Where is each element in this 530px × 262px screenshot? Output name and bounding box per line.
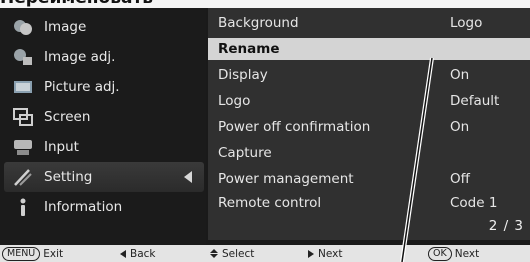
status-exit: MENU Exit	[2, 246, 63, 261]
osd-menu: Image Image adj. Picture adj. Screen Inp…	[0, 8, 530, 245]
image-adj-icon	[12, 46, 34, 68]
status-label: Select	[222, 247, 255, 260]
row-label: Rename	[218, 41, 280, 57]
row-value: On	[450, 119, 470, 135]
side-item-image-adj[interactable]: Image adj.	[4, 42, 204, 72]
side-item-label: Picture adj.	[44, 79, 120, 95]
row-value: On	[450, 67, 470, 83]
status-next: Next	[308, 246, 342, 261]
row-label: Logo	[218, 93, 251, 109]
picture-adj-icon	[12, 76, 34, 98]
left-arrow-icon	[120, 249, 126, 258]
side-item-setting[interactable]: Setting	[4, 162, 204, 192]
side-item-image[interactable]: Image	[4, 12, 204, 42]
status-label: Back	[130, 247, 156, 260]
menu-row-capture[interactable]: Capture	[208, 142, 530, 164]
status-label: Next	[318, 247, 343, 260]
input-icon	[12, 136, 34, 158]
row-label: Capture	[218, 145, 272, 161]
side-item-label: Image adj.	[44, 49, 116, 65]
right-arrow-icon	[308, 249, 314, 258]
row-value: Logo	[450, 15, 483, 31]
active-indicator-icon	[184, 171, 192, 183]
row-label: Remote control	[218, 195, 322, 211]
row-value: Code 1	[450, 195, 498, 211]
side-item-label: Information	[44, 199, 123, 215]
ok-key-icon: OK	[428, 246, 452, 261]
menu-row-logo[interactable]: Logo Default	[208, 90, 530, 112]
row-label: Power off confirmation	[218, 119, 371, 135]
up-down-arrow-icon	[210, 249, 218, 258]
menu-row-display[interactable]: Display On	[208, 64, 530, 86]
menu-row-rename[interactable]: Rename	[208, 38, 530, 60]
menu-row-background[interactable]: Background Logo	[208, 12, 530, 34]
status-bar: MENU Exit Back Select Next OK Next	[0, 245, 530, 262]
row-value: Off	[450, 171, 470, 187]
menu-row-remote-control[interactable]: Remote control Code 1	[208, 192, 530, 214]
page-indicator: 2 / 3	[488, 218, 524, 234]
side-item-information[interactable]: Information	[4, 192, 204, 222]
status-label: Exit	[43, 247, 64, 260]
settings-panel: Background Logo Rename Display On Logo D…	[208, 8, 530, 240]
row-label: Power management	[218, 171, 354, 187]
status-ok-next: OK Next	[428, 246, 479, 261]
menu-key-icon: MENU	[2, 246, 41, 261]
setting-icon	[12, 166, 34, 188]
menu-row-power-off-confirmation[interactable]: Power off confirmation On	[208, 116, 530, 138]
side-item-label: Screen	[44, 109, 91, 125]
side-item-label: Input	[44, 139, 79, 155]
side-item-input[interactable]: Input	[4, 132, 204, 162]
screen-icon	[12, 106, 34, 128]
status-label: Next	[454, 247, 480, 260]
row-label: Display	[218, 67, 268, 83]
page-heading: Переименовать	[0, 0, 530, 8]
row-value: Default	[450, 93, 500, 109]
side-menu: Image Image adj. Picture adj. Screen Inp…	[0, 8, 206, 245]
side-item-label: Image	[44, 19, 87, 35]
menu-row-power-management[interactable]: Power management Off	[208, 168, 530, 190]
status-select: Select	[210, 246, 254, 261]
status-back: Back	[120, 246, 156, 261]
row-label: Background	[218, 15, 299, 31]
side-item-picture-adj[interactable]: Picture adj.	[4, 72, 204, 102]
side-item-label: Setting	[44, 169, 93, 185]
image-icon	[12, 16, 34, 38]
information-icon	[12, 196, 34, 218]
side-item-screen[interactable]: Screen	[4, 102, 204, 132]
